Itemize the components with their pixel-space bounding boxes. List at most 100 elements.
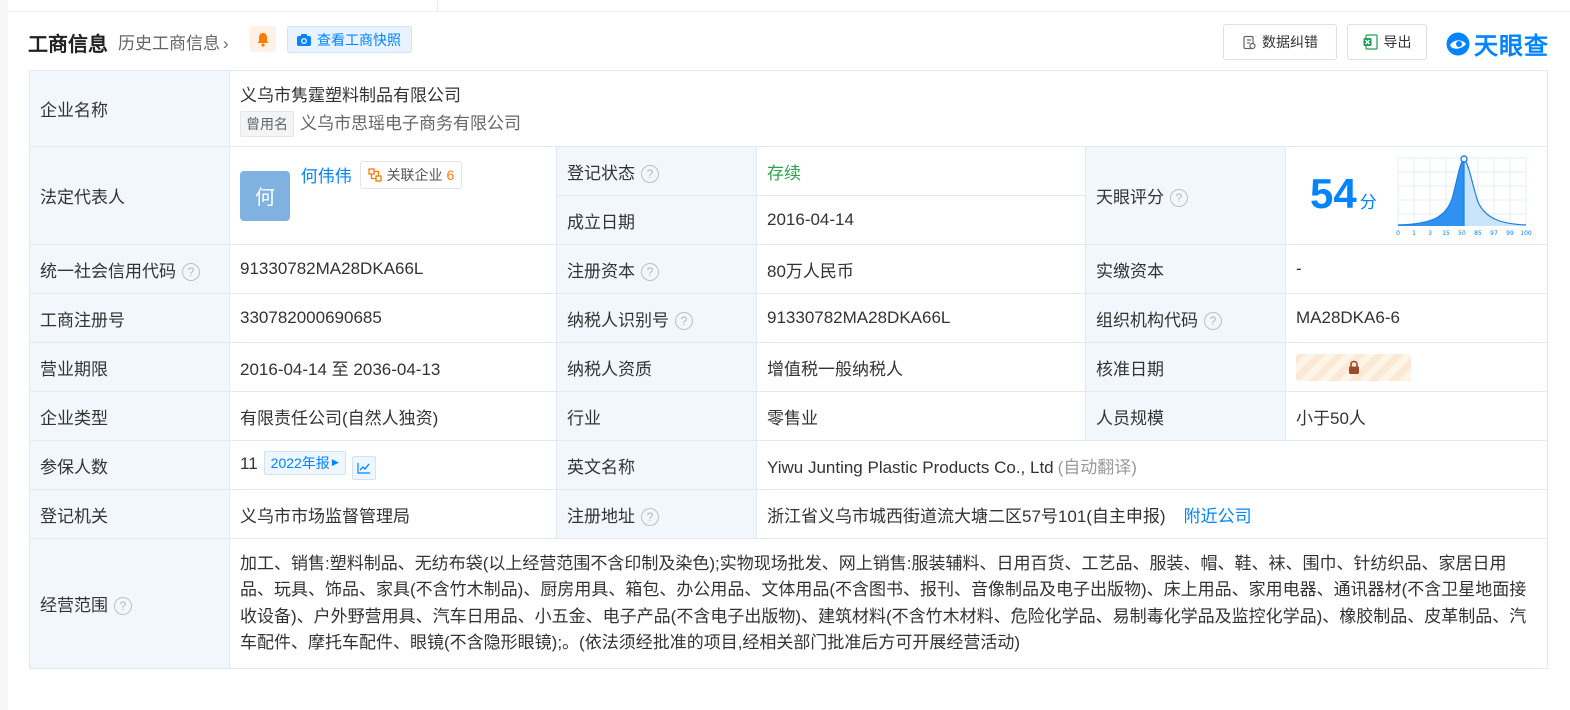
credit-code-label: 统一社会信用代码 <box>40 261 176 281</box>
data-correct-button[interactable]: 数据纠错 <box>1223 24 1337 60</box>
reg-no-value: 330782000690685 <box>229 293 557 343</box>
snapshot-button[interactable]: 查看工商快照 <box>287 26 412 53</box>
bell-icon <box>257 32 269 47</box>
trend-chart-button[interactable] <box>351 455 376 480</box>
table-row: 企业名称 义乌市隽霆塑料制品有限公司 曾用名 义乌市思瑶电子商务有限公司 <box>29 70 1549 147</box>
authority-label: 登记机关 <box>29 489 230 539</box>
history-link[interactable]: 历史工商信息 › <box>118 29 229 54</box>
reg-capital-value: 80万人民币 <box>756 244 1086 294</box>
score-box: 54 分 0 1 3 15 50 85 97 99 100 <box>1286 148 1547 244</box>
table-row: 法定代表人 何 何伟伟 关联企业 6 登记状态? 存续 天眼评分? 54 分 0… <box>29 146 1549 245</box>
help-icon[interactable]: ? <box>641 507 659 526</box>
approval-date-label: 核准日期 <box>1085 342 1286 392</box>
legal-rep-label: 法定代表人 <box>29 146 230 245</box>
address-cell: 浙江省义乌市城西街道流大塘二区57号101(自主申报) 附近公司 <box>755 489 1549 539</box>
score-label-cell: 天眼评分? <box>1085 146 1286 245</box>
reg-capital-label: 注册资本 <box>567 261 635 281</box>
founded-label: 成立日期 <box>556 195 757 245</box>
founded-value: 2016-04-14 <box>756 195 1086 245</box>
taxpayer-id-label: 纳税人识别号 <box>567 310 669 330</box>
logo-eye-icon <box>1446 32 1470 55</box>
annual-report-button[interactable]: 2022年报 ▶ <box>263 450 346 475</box>
staff-label: 人员规模 <box>1085 391 1286 441</box>
snapshot-label: 查看工商快照 <box>317 31 401 48</box>
tick-label: 97 <box>1490 230 1498 237</box>
term-label: 营业期限 <box>29 342 230 392</box>
help-icon[interactable]: ? <box>641 164 659 183</box>
avatar[interactable]: 何 <box>240 170 290 221</box>
help-icon[interactable]: ? <box>641 262 659 281</box>
credit-code-label-cell: 统一社会信用代码? <box>29 244 230 294</box>
table-row: 登记机关 义乌市市场监督管理局 注册地址? 浙江省义乌市城西街道流大塘二区57号… <box>29 489 1549 539</box>
tab-divider <box>8 0 438 12</box>
top-strip <box>8 0 1570 12</box>
org-code-label: 组织机构代码 <box>1096 310 1198 330</box>
legal-rep-name-link[interactable]: 何伟伟 <box>301 167 352 186</box>
authority-value: 义乌市市场监督管理局 <box>229 489 557 539</box>
bell-button[interactable] <box>250 26 276 52</box>
used-name-tag: 曾用名 <box>240 110 294 137</box>
scope-label-cell: 经营范围? <box>29 538 230 669</box>
network-icon <box>368 167 383 182</box>
taxpayer-id-label-cell: 纳税人识别号? <box>556 293 757 343</box>
data-correct-label: 数据纠错 <box>1262 34 1318 50</box>
score-cell[interactable]: 54 分 0 1 3 15 50 85 97 99 100 <box>1284 146 1549 245</box>
tick-label: 0 <box>1396 230 1400 237</box>
chevron-right-icon: › <box>223 34 229 53</box>
industry-label: 行业 <box>556 391 757 441</box>
address-label: 注册地址 <box>567 506 635 526</box>
nearby-companies-link[interactable]: 附近公司 <box>1184 507 1252 526</box>
used-name-row: 曾用名 义乌市思瑶电子商务有限公司 <box>240 109 1537 137</box>
reg-status-label-cell: 登记状态? <box>556 146 757 196</box>
tianyancha-logo: 天眼查 <box>1445 26 1549 61</box>
export-button[interactable]: 导出 <box>1347 24 1427 60</box>
page: 工商信息 历史工商信息 › 查看工商快照 数据纠错 导出 天眼查 企业名称 义乌… <box>8 0 1570 710</box>
industry-value: 零售业 <box>756 391 1086 441</box>
reg-capital-label-cell: 注册资本? <box>556 244 757 294</box>
score-number: 54 <box>1310 169 1357 217</box>
tick-label: 99 <box>1506 230 1514 237</box>
caret-right-icon: ▶ <box>331 457 339 467</box>
insured-cell: 11 2022年报 ▶ <box>229 440 557 490</box>
english-name-label: 英文名称 <box>556 440 757 490</box>
help-icon[interactable]: ? <box>182 262 200 281</box>
help-icon[interactable]: ? <box>1170 189 1188 207</box>
export-label: 导出 <box>1383 34 1412 50</box>
tick-label: 100 <box>1520 230 1532 237</box>
tick-label: 85 <box>1474 230 1482 237</box>
section-title: 工商信息 <box>28 34 108 56</box>
table-row: 工商注册号 330782000690685 纳税人识别号? 91330782MA… <box>29 293 1549 343</box>
taxpayer-qual-value: 增值税一般纳税人 <box>756 342 1086 392</box>
logo-text: 天眼查 <box>1474 33 1549 60</box>
reg-status-cell: 存续 <box>756 146 1086 196</box>
paid-capital-label: 实缴资本 <box>1085 244 1286 294</box>
help-icon[interactable]: ? <box>1204 311 1222 330</box>
org-code-label-cell: 组织机构代码? <box>1085 293 1286 343</box>
term-value: 2016-04-14 至 2036-04-13 <box>229 342 557 392</box>
help-icon[interactable]: ? <box>114 597 132 615</box>
company-name: 义乌市隽霆塑料制品有限公司 <box>240 85 461 105</box>
company-name-label: 企业名称 <box>29 70 230 147</box>
assoc-label: 关联企业 <box>386 166 443 183</box>
org-code-value: MA28DKA6-6 <box>1284 293 1549 343</box>
document-edit-icon <box>1243 35 1256 49</box>
credit-code-value: 91330782MA28DKA66L <box>229 244 557 294</box>
table-row: 统一社会信用代码? 91330782MA28DKA66L 注册资本? 80万人民… <box>29 244 1549 294</box>
table-row: 经营范围? 加工、销售:塑料制品、无纺布袋(以上经营范围不含印制及染色);实物现… <box>29 538 1549 669</box>
reg-no-label: 工商注册号 <box>29 293 230 343</box>
type-value: 有限责任公司(自然人独资) <box>229 391 557 441</box>
tick-label: 3 <box>1428 230 1432 237</box>
annual-report-label: 2022年报 <box>270 454 330 471</box>
vip-lock-button[interactable] <box>1296 353 1411 381</box>
associated-companies-button[interactable]: 关联企业 6 <box>360 160 463 189</box>
reg-status-label: 登记状态 <box>567 163 635 183</box>
staff-value: 小于50人 <box>1284 391 1549 441</box>
legal-rep-info: 何伟伟 关联企业 6 <box>301 160 463 189</box>
auto-translate-note: (自动翻译) <box>1057 457 1137 477</box>
tick-label: 15 <box>1442 230 1450 237</box>
camera-icon <box>297 33 311 46</box>
tick-label: 50 <box>1458 230 1466 237</box>
tick-label: 1 <box>1412 230 1416 237</box>
approval-date-cell <box>1284 342 1549 392</box>
help-icon[interactable]: ? <box>675 311 693 330</box>
